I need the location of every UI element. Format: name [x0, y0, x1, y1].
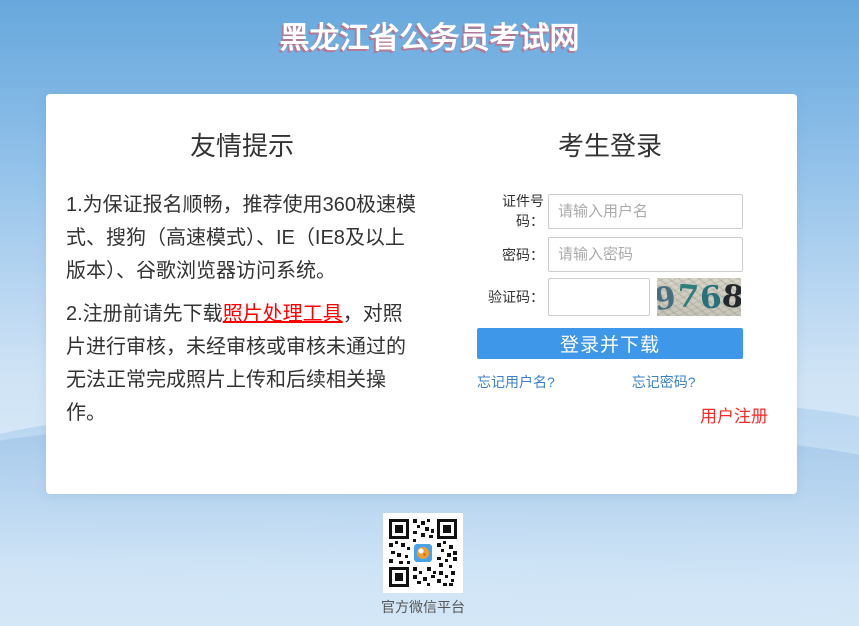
login-heading: 考生登录 [477, 126, 743, 163]
forgot-username-link[interactable]: 忘记用户名? [477, 372, 555, 392]
password-input[interactable] [548, 237, 743, 272]
qr-code-graphic [383, 513, 463, 593]
tips-paragraph-2: 2.注册前请先下载照片处理工具，对照片进行审核，未经审核或审核未通过的无法正常完… [66, 298, 418, 430]
username-input[interactable] [548, 194, 743, 229]
wechat-qr-section: 官方微信平台 [338, 513, 508, 617]
login-panel: 考生登录 证件号码： 密码： 验证码： 9 7 6 8 登录并下载 忘记用户名?… [477, 94, 769, 427]
wechat-qr-label: 官方微信平台 [338, 597, 508, 617]
password-label: 密码： [477, 245, 548, 265]
page-title: 黑龙江省公务员考试网 [0, 13, 859, 57]
tips-panel: 友情提示 1.为保证报名顺畅，推荐使用360极速模式、搜狗（高速模式）、IE（I… [66, 94, 418, 430]
captcha-label: 验证码： [477, 287, 548, 307]
register-link[interactable]: 用户注册 [700, 407, 768, 426]
qr-center-logo [414, 544, 432, 562]
captcha-input[interactable] [548, 278, 650, 316]
captcha-image[interactable]: 9 7 6 8 [657, 278, 741, 316]
main-card: 友情提示 1.为保证报名顺畅，推荐使用360极速模式、搜狗（高速模式）、IE（I… [46, 94, 797, 494]
photo-tool-link[interactable]: 照片处理工具 [223, 303, 343, 325]
captcha-digit: 8 [720, 278, 741, 316]
wechat-qr-code [383, 513, 463, 593]
username-label: 证件号码： [477, 191, 548, 231]
captcha-digit: 7 [675, 278, 700, 316]
tips-paragraph-2-lead: 2.注册前请先下载 [66, 303, 223, 325]
forgot-password-link[interactable]: 忘记密码? [632, 372, 696, 392]
password-row: 密码： [477, 237, 769, 272]
captcha-row: 验证码： 9 7 6 8 [477, 278, 769, 316]
username-row: 证件号码： [477, 191, 769, 231]
tips-paragraph-1: 1.为保证报名顺畅，推荐使用360极速模式、搜狗（高速模式）、IE（IE8及以上… [66, 189, 418, 288]
tips-heading: 友情提示 [66, 126, 418, 163]
register-row: 用户注册 [477, 402, 768, 427]
helper-links: 忘记用户名? 忘记密码? [477, 372, 743, 392]
captcha-digit: 6 [698, 278, 722, 316]
login-download-button[interactable]: 登录并下载 [477, 328, 743, 359]
